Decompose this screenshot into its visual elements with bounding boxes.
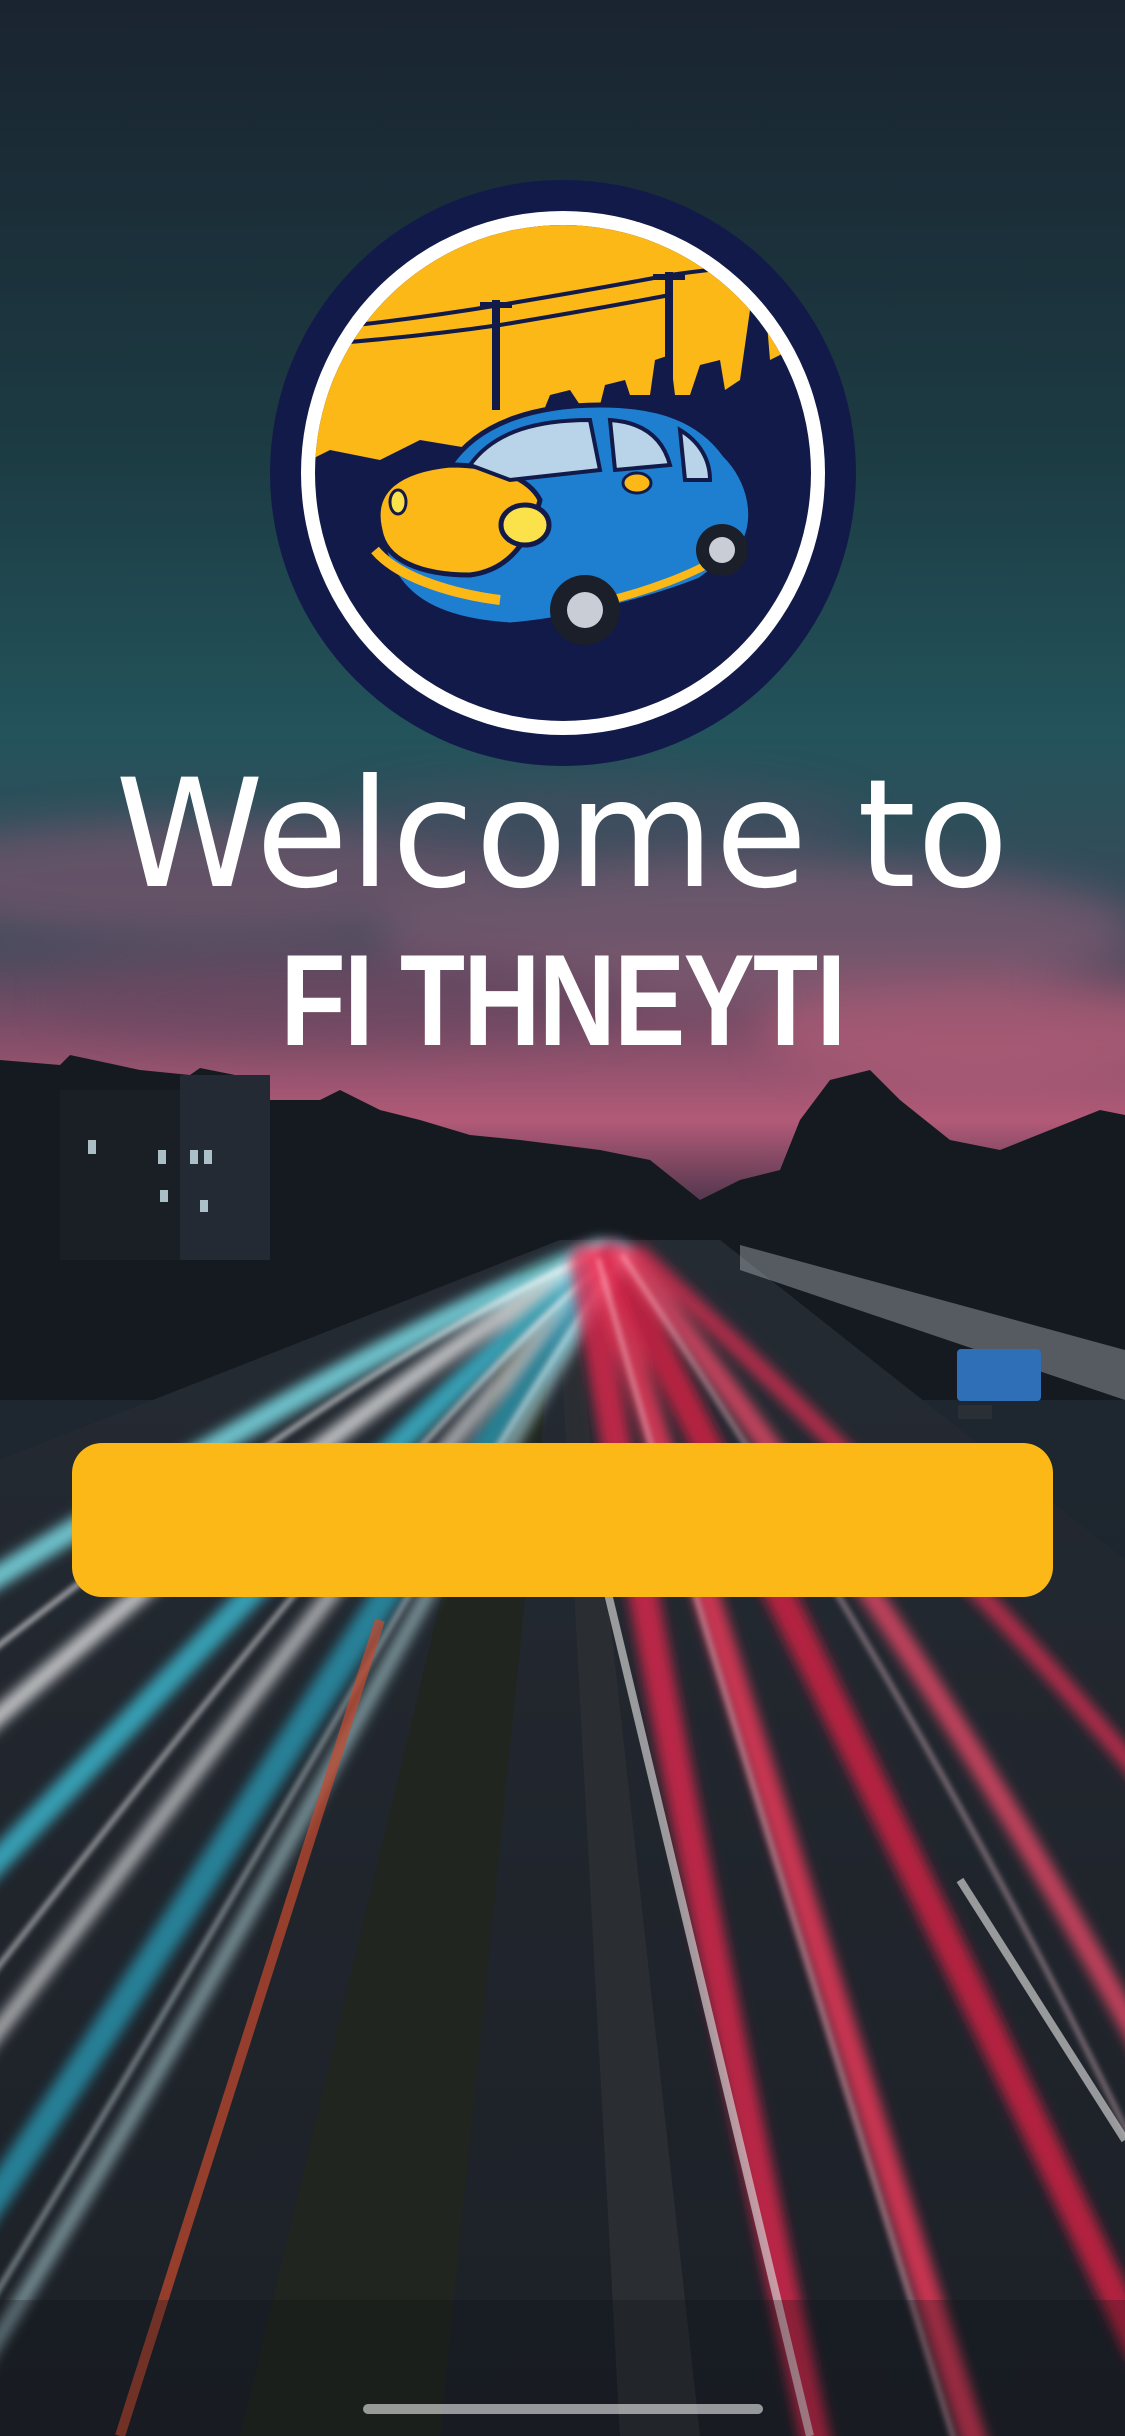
welcome-screen: Welcome to FI THNEYTI [0,0,1125,2436]
home-indicator[interactable] [363,2404,763,2414]
brand-title: FI THNEYTI [280,927,847,1073]
car-city-logo-icon [270,180,856,766]
get-started-button[interactable] [72,1443,1053,1597]
welcome-heading: Welcome to [115,748,1010,922]
